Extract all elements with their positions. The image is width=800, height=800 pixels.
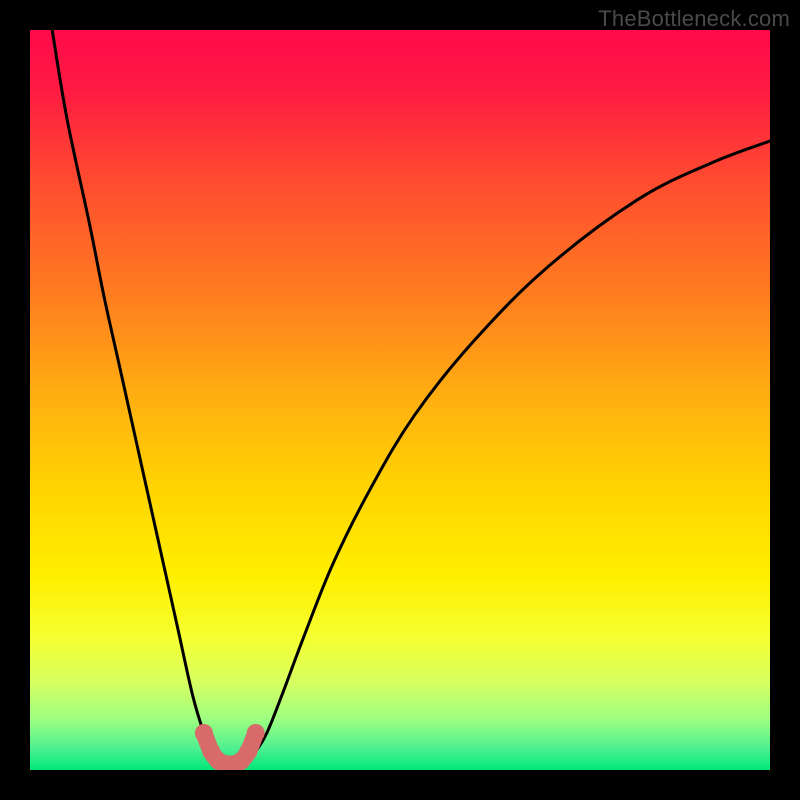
right-curve <box>248 141 770 761</box>
left-curve <box>52 30 219 761</box>
watermark-text: TheBottleneck.com <box>598 6 790 32</box>
outer-frame: TheBottleneck.com <box>0 0 800 800</box>
marker-dot <box>195 724 213 742</box>
plot-area <box>30 30 770 770</box>
marker-dot <box>247 724 265 742</box>
marker-dot <box>239 743 257 761</box>
chart-layer <box>30 30 770 770</box>
bottom-markers <box>195 724 265 770</box>
